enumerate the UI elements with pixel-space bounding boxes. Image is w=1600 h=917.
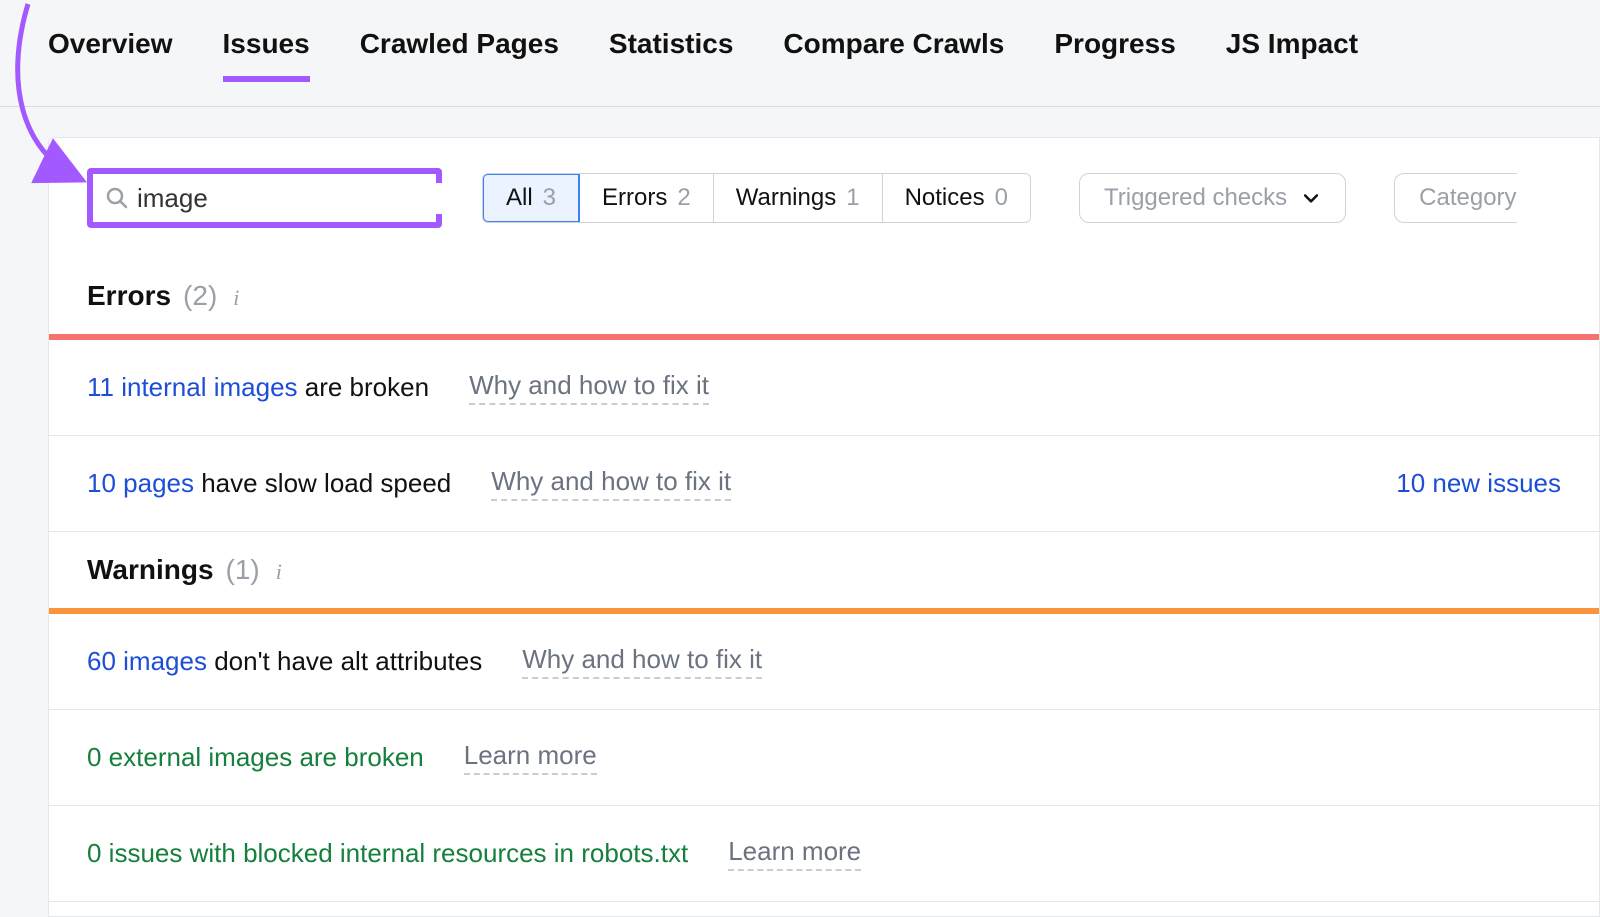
top-tab-bar: Overview Issues Crawled Pages Statistics…	[0, 0, 1600, 107]
category-label: Category	[1419, 184, 1516, 212]
why-how-link[interactable]: Why and how to fix it	[491, 466, 731, 501]
issue-row: 0 issues with blocked internal resources…	[49, 806, 1599, 902]
tab-progress[interactable]: Progress	[1054, 28, 1175, 82]
filter-notices[interactable]: Notices 0	[883, 174, 1030, 222]
issue-row: 11 internal images are broken Why and ho…	[49, 340, 1599, 436]
issue-text: 60 images don't have alt attributes	[87, 646, 482, 677]
errors-count: (2)	[183, 280, 217, 312]
tab-compare-crawls[interactable]: Compare Crawls	[783, 28, 1004, 82]
new-issues-link[interactable]: 10 new issues	[1396, 468, 1561, 499]
issue-description: don't have alt attributes	[207, 646, 482, 676]
tab-issues[interactable]: Issues	[223, 28, 310, 82]
info-icon[interactable]: i	[229, 285, 239, 311]
filter-errors-label: Errors	[602, 184, 667, 212]
filter-warnings-count: 1	[846, 184, 859, 212]
warnings-section-header: Warnings (1) i	[49, 532, 1599, 608]
issue-link[interactable]: 11 internal images	[87, 372, 298, 402]
issue-row: 10 pages have slow load speed Why and ho…	[49, 436, 1599, 532]
chevron-down-icon	[1301, 188, 1321, 208]
filter-all-label: All	[506, 184, 533, 212]
issue-text: 10 pages have slow load speed	[87, 468, 451, 499]
issue-link-zero[interactable]: 0 external images are broken	[87, 742, 424, 772]
errors-section-header: Errors (2) i	[49, 258, 1599, 334]
warnings-title: Warnings	[87, 554, 214, 586]
triggered-checks-dropdown[interactable]: Triggered checks	[1079, 173, 1346, 223]
issues-panel: All 3 Errors 2 Warnings 1 Notices 0 Trig…	[48, 137, 1600, 917]
search-icon	[105, 186, 129, 210]
why-how-link[interactable]: Why and how to fix it	[522, 644, 762, 679]
issue-link-zero[interactable]: 0 issues with blocked internal resources…	[87, 838, 688, 868]
filter-errors-count: 2	[677, 184, 690, 212]
tab-statistics[interactable]: Statistics	[609, 28, 734, 82]
issue-link[interactable]: 60 images	[87, 646, 207, 676]
issue-description: are broken	[298, 372, 430, 402]
filter-all[interactable]: All 3	[482, 173, 580, 223]
tab-js-impact[interactable]: JS Impact	[1226, 28, 1358, 82]
why-how-link[interactable]: Why and how to fix it	[469, 370, 709, 405]
search-input-wrapper	[87, 168, 442, 228]
filter-errors[interactable]: Errors 2	[580, 174, 714, 222]
filter-notices-count: 0	[995, 184, 1008, 212]
severity-filter-group: All 3 Errors 2 Warnings 1 Notices 0	[482, 173, 1031, 223]
warnings-count: (1)	[226, 554, 260, 586]
filter-all-count: 3	[543, 184, 556, 212]
errors-title: Errors	[87, 280, 171, 312]
issue-row: 60 images don't have alt attributes Why …	[49, 614, 1599, 710]
tab-crawled-pages[interactable]: Crawled Pages	[360, 28, 559, 82]
info-icon[interactable]: i	[272, 559, 282, 585]
issue-row: 0 external images are broken Learn more	[49, 710, 1599, 806]
issue-text: 11 internal images are broken	[87, 372, 429, 403]
issue-text: 0 external images are broken	[87, 742, 424, 773]
tab-overview[interactable]: Overview	[48, 28, 173, 82]
issue-description: have slow load speed	[194, 468, 451, 498]
filter-notices-label: Notices	[905, 184, 985, 212]
learn-more-link[interactable]: Learn more	[728, 836, 861, 871]
search-input[interactable]	[129, 183, 480, 214]
category-dropdown[interactable]: Category	[1394, 173, 1516, 223]
triggered-checks-label: Triggered checks	[1104, 184, 1287, 212]
filter-warnings-label: Warnings	[736, 184, 836, 212]
learn-more-link[interactable]: Learn more	[464, 740, 597, 775]
issue-text: 0 issues with blocked internal resources…	[87, 838, 688, 869]
filter-warnings[interactable]: Warnings 1	[714, 174, 883, 222]
issues-toolbar: All 3 Errors 2 Warnings 1 Notices 0 Trig…	[49, 168, 1599, 258]
issue-link[interactable]: 10 pages	[87, 468, 194, 498]
